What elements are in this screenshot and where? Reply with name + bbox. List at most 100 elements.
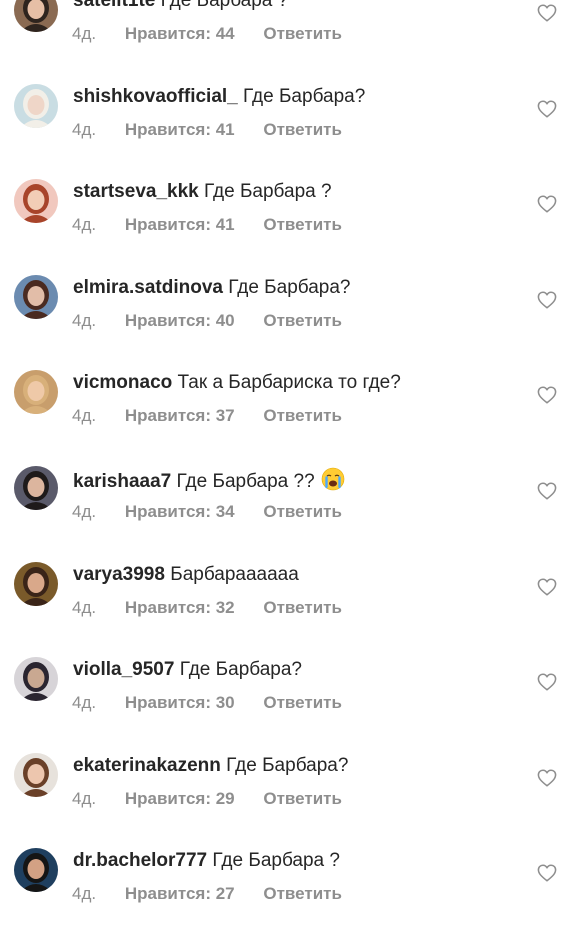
comment-age[interactable]: 4д. <box>72 311 96 331</box>
comment-likes[interactable]: Нравится: 40 <box>125 311 235 331</box>
heart-icon[interactable] <box>537 673 557 691</box>
comment-username[interactable]: vicmonaco <box>73 372 172 393</box>
comment-text: Где Барбара? <box>179 659 302 681</box>
comment-meta: 4д. Нравится: 32 Ответить <box>72 598 366 618</box>
comment-likes[interactable]: Нравится: 30 <box>125 693 235 713</box>
comment-username[interactable]: satelit1te <box>73 0 155 11</box>
comment-age[interactable]: 4д. <box>72 502 96 522</box>
comment-age[interactable]: 4д. <box>72 406 96 426</box>
comment-username[interactable]: dr.bachelor777 <box>73 850 207 871</box>
comment-age[interactable]: 4д. <box>72 24 96 44</box>
reply-button[interactable]: Ответить <box>263 884 342 904</box>
comment-age[interactable]: 4д. <box>72 884 96 904</box>
comment-row: violla_9507 Где Барбара? 4д. Нравится: 3… <box>0 652 588 748</box>
reply-button[interactable]: Ответить <box>263 598 342 618</box>
comment-likes[interactable]: Нравится: 27 <box>125 884 235 904</box>
comment-body: shishkovaofficial_ Где Барбара? <box>73 85 528 109</box>
comment-row: shishkovaofficial_ Где Барбара? 4д. Нрав… <box>0 79 588 175</box>
comment-age[interactable]: 4д. <box>72 693 96 713</box>
comment-likes[interactable]: Нравится: 34 <box>125 502 235 522</box>
heart-icon[interactable] <box>537 291 557 309</box>
comment-body: elmira.satdinova Где Барбара? <box>73 276 528 300</box>
reply-button[interactable]: Ответить <box>263 24 342 44</box>
comment-row: varya3998 Барбараааааа 4д. Нравится: 32 … <box>0 557 588 653</box>
avatar[interactable] <box>14 848 58 893</box>
comment-likes[interactable]: Нравится: 32 <box>125 598 235 618</box>
comment-username[interactable]: ekaterinakazenn <box>73 755 221 776</box>
avatar[interactable] <box>14 83 58 128</box>
comment-meta: 4д. Нравится: 40 Ответить <box>72 311 366 331</box>
avatar-image <box>14 657 58 702</box>
avatar[interactable] <box>14 179 58 224</box>
comment-text: Барбараааааа <box>170 563 299 585</box>
comment-row: ekaterinakazenn Где Барбара? 4д. Нравитс… <box>0 748 588 844</box>
heart-icon[interactable] <box>537 482 557 500</box>
comment-meta: 4д. Нравится: 41 Ответить <box>72 120 366 140</box>
comment-age[interactable]: 4д. <box>72 598 96 618</box>
avatar-image <box>14 848 58 893</box>
comment-body: dr.bachelor777 Где Барбара ? <box>73 849 528 873</box>
heart-icon[interactable] <box>537 386 557 404</box>
comment-body: vicmonaco Так а Барбариска то где? <box>73 371 528 395</box>
comment-likes[interactable]: Нравится: 44 <box>125 24 235 44</box>
comment-text: Где Барбара ? <box>212 850 340 872</box>
comment-body: satelit1te Где Барбара ? <box>73 0 528 13</box>
reply-button[interactable]: Ответить <box>263 311 342 331</box>
avatar[interactable] <box>14 0 58 32</box>
comment-likes[interactable]: Нравится: 37 <box>125 406 235 426</box>
avatar[interactable] <box>14 274 58 319</box>
comment-body: karishaaa7 Где Барбара ?? <box>73 467 528 494</box>
comment-username[interactable]: varya3998 <box>73 564 165 585</box>
reply-button[interactable]: Ответить <box>263 406 342 426</box>
comment-username[interactable]: karishaaa7 <box>73 471 171 492</box>
avatar-image <box>14 561 58 606</box>
avatar[interactable] <box>14 752 58 797</box>
heart-icon[interactable] <box>537 578 557 596</box>
heart-icon[interactable] <box>537 864 557 882</box>
reply-button[interactable]: Ответить <box>263 502 342 522</box>
comment-likes[interactable]: Нравится: 41 <box>125 120 235 140</box>
comment-username[interactable]: violla_9507 <box>73 659 174 680</box>
avatar[interactable] <box>14 370 58 415</box>
comment-row: karishaaa7 Где Барбара ?? 4д. Нравится: … <box>0 461 588 557</box>
comment-text: Где Барбара ?? <box>176 470 315 492</box>
comment-meta: 4д. Нравится: 29 Ответить <box>72 789 366 809</box>
heart-icon[interactable] <box>537 100 557 118</box>
avatar[interactable] <box>14 657 58 702</box>
avatar-image <box>14 83 58 128</box>
avatar[interactable] <box>14 465 58 510</box>
comment-meta: 4д. Нравится: 44 Ответить <box>72 24 366 44</box>
avatar-image <box>14 752 58 797</box>
comment-meta: 4д. Нравится: 37 Ответить <box>72 406 366 426</box>
reply-button[interactable]: Ответить <box>263 215 342 235</box>
comment-body: varya3998 Барбараааааа <box>73 563 528 587</box>
avatar-image <box>14 465 58 510</box>
comment-username[interactable]: startseva_kkk <box>73 181 199 202</box>
reply-button[interactable]: Ответить <box>263 789 342 809</box>
comment-age[interactable]: 4д. <box>72 120 96 140</box>
avatar-image <box>14 370 58 415</box>
reply-button[interactable]: Ответить <box>263 120 342 140</box>
comment-username[interactable]: elmira.satdinova <box>73 277 223 298</box>
comment-text: Где Барбара ? <box>160 0 289 11</box>
comment-body: startseva_kkk Где Барбара ? <box>73 180 528 204</box>
comment-text: Где Барбара? <box>228 276 351 298</box>
avatar[interactable] <box>14 561 58 606</box>
crying-face-emoji-icon <box>321 467 345 491</box>
comment-meta: 4д. Нравится: 30 Ответить <box>72 693 366 713</box>
comment-username[interactable]: shishkovaofficial_ <box>73 86 238 107</box>
comment-age[interactable]: 4д. <box>72 215 96 235</box>
avatar-image <box>14 179 58 224</box>
comment-row: startseva_kkk Где Барбара ? 4д. Нравится… <box>0 174 588 270</box>
comment-text: Где Барбара ? <box>204 181 332 203</box>
comments-list: satelit1te Где Барбара ? 4д. Нравится: 4… <box>0 0 588 939</box>
comment-age[interactable]: 4д. <box>72 789 96 809</box>
comment-likes[interactable]: Нравится: 29 <box>125 789 235 809</box>
heart-icon[interactable] <box>537 769 557 787</box>
comment-likes[interactable]: Нравится: 41 <box>125 215 235 235</box>
heart-icon[interactable] <box>537 195 557 213</box>
heart-icon[interactable] <box>537 4 557 22</box>
comment-body: violla_9507 Где Барбара? <box>73 658 528 682</box>
comment-row: vicmonaco Так а Барбариска то где? 4д. Н… <box>0 365 588 461</box>
reply-button[interactable]: Ответить <box>263 693 342 713</box>
